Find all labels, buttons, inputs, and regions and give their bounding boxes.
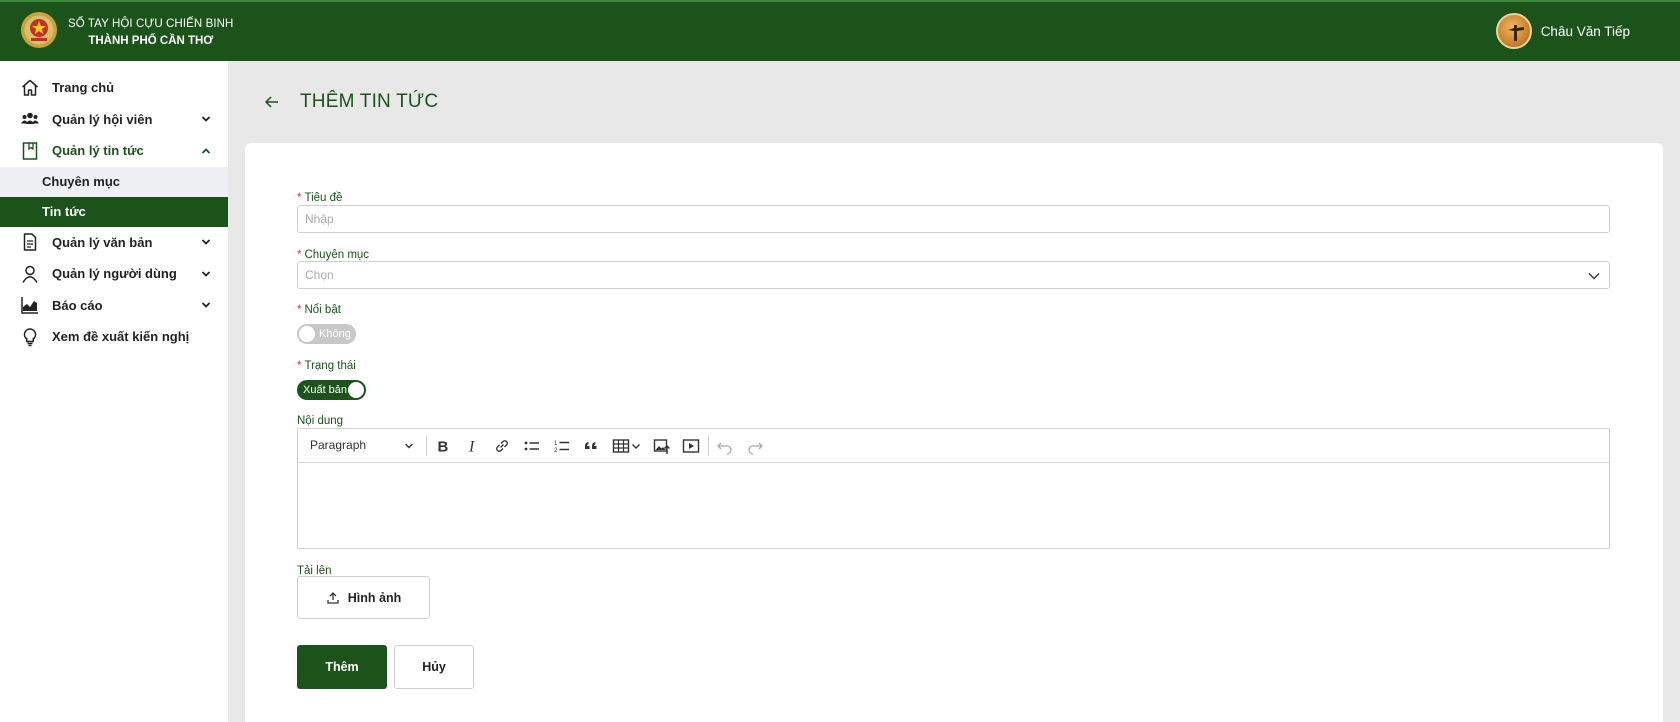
sidebar-item-users[interactable]: Quản lý người dùng	[0, 258, 228, 290]
insert-image-icon[interactable]	[653, 437, 671, 455]
chevron-down-icon[interactable]	[404, 441, 414, 451]
chart-icon	[21, 297, 38, 314]
editor-body[interactable]	[298, 463, 1609, 548]
chevron-down-icon[interactable]	[200, 299, 212, 311]
chevron-up-icon[interactable]	[200, 145, 212, 157]
redo-icon[interactable]	[746, 437, 764, 455]
chevron-down-icon[interactable]	[200, 268, 212, 280]
page-header: THÊM TIN TỨC	[264, 91, 438, 113]
media-embed-icon[interactable]	[682, 437, 700, 455]
sidebar-item-proposals[interactable]: Xem đề xuất kiến nghị	[0, 321, 228, 353]
required-marker: *	[297, 360, 302, 372]
user-icon	[22, 265, 38, 283]
document-icon	[23, 233, 37, 251]
title-label-text: Tiêu đề	[304, 192, 343, 204]
sidebar-item-label: Xem đề xuất kiến nghị	[52, 329, 190, 345]
undo-icon[interactable]	[716, 437, 734, 455]
status-toggle-text: Xuất bản	[303, 384, 348, 396]
featured-toggle[interactable]: Không	[297, 324, 356, 344]
sidebar-item-home[interactable]: Trang chủ	[0, 72, 228, 104]
sidebar-item-label: Trang chủ	[52, 80, 115, 96]
add-button[interactable]: Thêm	[297, 645, 387, 689]
rich-text-editor[interactable]: Paragraph B I 12	[297, 428, 1610, 549]
featured-label: * Nổi bật	[297, 304, 341, 316]
featured-label-text: Nổi bật	[304, 304, 341, 316]
page-title: THÊM TIN TỨC	[300, 91, 439, 112]
required-marker: *	[297, 249, 302, 261]
sidebar-item-members[interactable]: Quản lý hội viên	[0, 104, 228, 136]
title-input[interactable]: Nhập	[297, 205, 1610, 233]
toolbar-divider	[708, 436, 709, 456]
content-label: Nội dung	[297, 415, 344, 427]
sidebar-item-label: Quản lý người dùng	[52, 266, 177, 282]
brand-line-2: THÀNH PHỐ CẦN THƠ	[88, 35, 214, 47]
sidebar-item-label: Quản lý văn bản	[52, 234, 153, 250]
chevron-down-icon[interactable]	[630, 437, 642, 455]
upload-button-label: Hình ảnh	[347, 590, 402, 605]
user-menu[interactable]: Châu Văn Tiếp	[1495, 13, 1630, 49]
status-toggle[interactable]: Xuất bản	[297, 380, 366, 400]
top-bar: SỔ TAY HỘI CỰU CHIẾN BINH THÀNH PHỐ CẦN …	[0, 0, 1680, 61]
avatar[interactable]	[1495, 13, 1532, 49]
back-arrow-icon[interactable]	[264, 94, 280, 110]
main-content: THÊM TIN TỨC * Tiêu đề Nhập * Chuyên mục C…	[228, 61, 1680, 722]
svg-text:I: I	[468, 439, 475, 456]
sidebar-subitem-news[interactable]: Tin tức	[0, 196, 228, 227]
title-label: * Tiêu đề	[297, 192, 342, 204]
form-card: * Tiêu đề Nhập * Chuyên mục Chọn * Nổi bật …	[245, 143, 1663, 722]
upload-image-button[interactable]: Hình ảnh	[297, 576, 430, 619]
brand: SỔ TAY HỘI CỰU CHIẾN BINH THÀNH PHỐ CẦN …	[68, 16, 233, 50]
upload-icon	[327, 591, 339, 604]
sidebar-item-reports[interactable]: Báo cáo	[0, 290, 228, 322]
category-label: * Chuyên mục	[297, 249, 369, 261]
user-name: Châu Văn Tiếp	[1540, 23, 1630, 39]
category-label-text: Chuyên mục	[304, 249, 370, 261]
emblem-logo[interactable]	[20, 11, 58, 49]
paragraph-select[interactable]: Paragraph	[310, 438, 366, 452]
bold-icon[interactable]: B	[434, 437, 452, 456]
link-icon[interactable]	[493, 437, 511, 455]
sidebar-item-label: Quản lý tin tức	[52, 143, 144, 159]
numbered-list-icon[interactable]: 12	[553, 437, 571, 455]
status-label-text: Trạng thái	[304, 360, 356, 372]
required-marker: *	[297, 304, 302, 316]
sidebar-item-label: Báo cáo	[52, 297, 103, 313]
sidebar-item-label: Quản lý hội viên	[52, 111, 153, 127]
chevron-down-icon	[1588, 273, 1600, 280]
svg-text:2: 2	[554, 448, 558, 454]
sidebar-subitem-categories[interactable]: Chuyên mục	[0, 166, 228, 197]
chevron-down-icon[interactable]	[200, 236, 212, 248]
table-icon[interactable]	[612, 437, 630, 455]
avatar-figure-icon	[1507, 25, 1524, 41]
toggle-knob	[299, 326, 315, 342]
quote-icon[interactable]	[582, 437, 600, 455]
cancel-button[interactable]: Hủy	[394, 645, 474, 689]
status-label: * Trạng thái	[297, 360, 356, 372]
home-icon	[22, 79, 38, 96]
toggle-knob	[348, 382, 364, 398]
toolbar-divider	[426, 436, 427, 456]
svg-text:B: B	[438, 439, 449, 456]
required-marker: *	[297, 192, 302, 204]
featured-toggle-text: Không	[319, 328, 351, 340]
brand-line-1: SỔ TAY HỘI CỰU CHIẾN BINH	[68, 18, 234, 30]
category-select[interactable]: Chọn	[297, 261, 1610, 289]
lightbulb-icon	[23, 327, 37, 346]
sidebar-item-documents[interactable]: Quản lý văn bản	[0, 227, 228, 259]
chevron-down-icon[interactable]	[200, 113, 212, 125]
editor-toolbar: Paragraph B I 12	[298, 429, 1609, 463]
svg-text:1: 1	[554, 441, 558, 447]
sidebar: Trang chủ Quản lý hội viên Quản lý tin t…	[0, 61, 228, 722]
news-icon	[22, 142, 38, 160]
category-placeholder: Chọn	[305, 268, 334, 282]
italic-icon[interactable]: I	[464, 437, 482, 456]
bullet-list-icon[interactable]	[523, 437, 541, 455]
title-placeholder: Nhập	[305, 212, 334, 226]
users-icon	[21, 112, 39, 125]
sidebar-item-news[interactable]: Quản lý tin tức	[0, 135, 228, 167]
